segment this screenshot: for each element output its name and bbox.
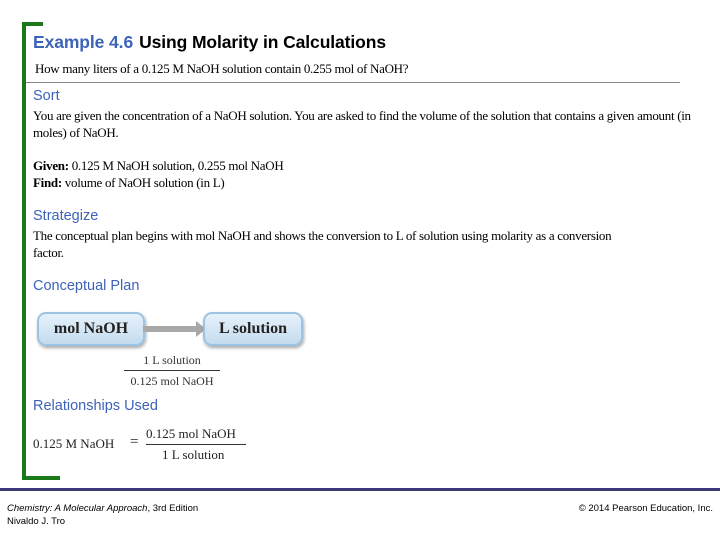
green-bracket-vertical: [22, 22, 26, 480]
strategize-heading: Strategize: [33, 208, 99, 224]
conceptual-plan-heading: Conceptual Plan: [33, 278, 140, 294]
find-line: Find: volume of NaOH solution (in L): [33, 174, 693, 191]
book-edition: , 3rd Edition: [147, 503, 199, 514]
problem-question: How many liters of a 0.125 M NaOH soluti…: [35, 61, 409, 76]
relationships-heading: Relationships Used: [33, 398, 158, 414]
footer-copyright: © 2014 Pearson Education, Inc.: [578, 503, 713, 514]
given-value: 0.125 M NaOH solution, 0.255 mol NaOH: [71, 158, 284, 173]
relationship-fraction-bar: [146, 444, 246, 445]
footer-bar: [0, 488, 720, 491]
equals-sign: =: [130, 434, 139, 450]
green-bracket-bottom: [22, 476, 60, 480]
sort-text: You are given the concentration of a NaO…: [33, 108, 691, 140]
relationship-numerator: 0.125 mol NaOH: [146, 426, 236, 441]
strategize-text: The conceptual plan begins with mol NaOH…: [33, 228, 612, 260]
page-title: Example 4.6 Using Molarity in Calculation…: [33, 32, 386, 53]
factor-denominator: 0.125 mol NaOH: [130, 374, 214, 388]
example-title: Using Molarity in Calculations: [139, 32, 386, 52]
footer-book-line: Chemistry: A Molecular Approach, 3rd Edi…: [7, 503, 198, 514]
footer-author: Nivaldo J. Tro: [7, 516, 66, 527]
mol-naoh-box: mol NaOH: [37, 312, 145, 346]
given-line: Given: 0.125 M NaOH solution, 0.255 mol …: [33, 157, 693, 174]
header-divider: [26, 82, 680, 83]
sort-heading: Sort: [33, 88, 60, 104]
book-title: Chemistry: A Molecular Approach: [7, 503, 148, 514]
l-solution-box: L solution: [203, 312, 303, 346]
conversion-arrow-shaft: [143, 326, 199, 332]
factor-numerator: 1 L solution: [143, 353, 201, 367]
find-label: Find:: [33, 175, 62, 190]
relationship-denominator: 1 L solution: [162, 447, 225, 462]
green-bracket-top: [22, 22, 43, 26]
factor-fraction-bar: [124, 370, 220, 371]
find-value: volume of NaOH solution (in L): [64, 175, 225, 190]
example-number: Example 4.6: [33, 32, 134, 52]
given-label: Given:: [33, 158, 69, 173]
relationship-lhs: 0.125 M NaOH: [33, 436, 115, 451]
